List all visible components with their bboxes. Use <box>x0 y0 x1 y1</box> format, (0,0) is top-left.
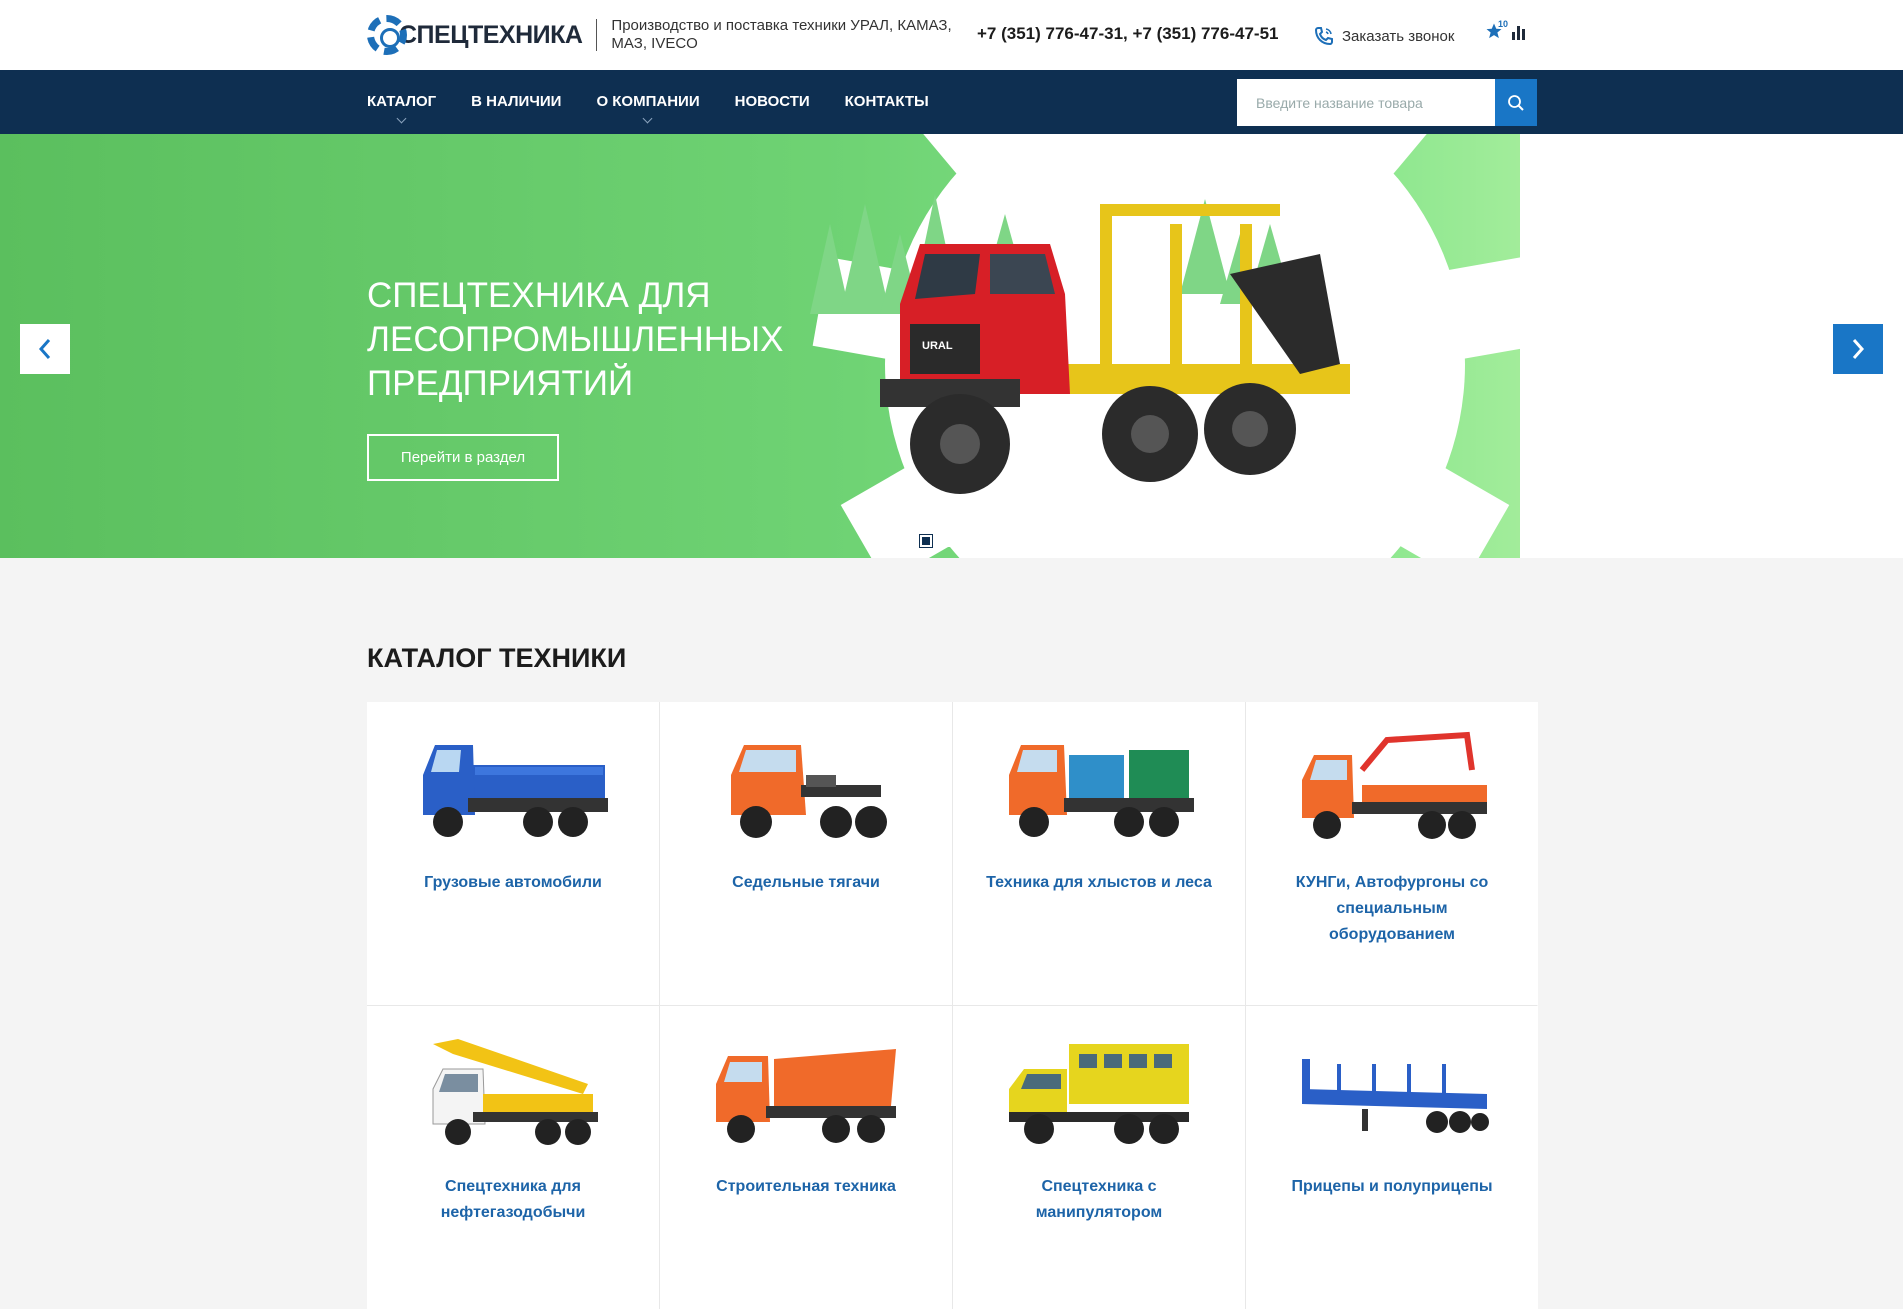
catalog-grid: Грузовые автомобили Седельные тягачи Тех… <box>367 702 1538 1309</box>
catalog-card-label: Строительная техника <box>716 1178 896 1195</box>
nav-item-news[interactable]: НОВОСТИ <box>735 70 810 134</box>
catalog-card-oilgas[interactable]: Спецтехника для нефтегазодобычи <box>367 1006 659 1309</box>
nav-item-catalog[interactable]: КАТАЛОГ <box>367 70 436 134</box>
catalog-card-label: КУНГи, Автофургоны со специальным оборуд… <box>1295 874 1489 943</box>
nav-item-about[interactable]: О КОМПАНИИ <box>596 70 700 134</box>
favorites-count: 10 <box>1498 19 1509 29</box>
catalog-card-construction[interactable]: Строительная техника <box>660 1006 952 1309</box>
slide-dot-2[interactable] <box>944 535 956 547</box>
logo[interactable]: СПЕЦТЕХНИКА Производство и поставка техн… <box>367 10 961 60</box>
crew-bus-truck-icon <box>1009 1044 1189 1144</box>
hero-title: СПЕЦТЕХНИКА ДЛЯ ЛЕСОПРОМЫШЛЕННЫХ ПРЕДПРИ… <box>367 276 784 403</box>
svg-text:URAL: URAL <box>922 340 953 352</box>
callback-label: Заказать звонок <box>1342 27 1455 45</box>
callback-link[interactable]: Заказать звонок <box>1313 25 1454 47</box>
catalog-card-tractors[interactable]: Седельные тягачи <box>660 702 952 1005</box>
catalog-card-trailers[interactable]: Прицепы и полуприцепы <box>1246 1006 1538 1309</box>
dump-truck-icon <box>716 1049 896 1143</box>
catalog-title: КАТАЛОГ ТЕХНИКИ <box>367 643 627 673</box>
mobile-crane-icon <box>432 1039 598 1145</box>
prev-slide-button[interactable] <box>20 324 70 374</box>
tractor-unit-icon <box>731 745 887 838</box>
nav-item-in-stock[interactable]: В НАЛИЧИИ <box>471 70 561 134</box>
slide-dot-3[interactable] <box>968 535 980 547</box>
search-input[interactable] <box>1237 79 1495 126</box>
catalog-card-label: Прицепы и полуприцепы <box>1291 1178 1493 1195</box>
chevron-down-icon <box>396 113 407 124</box>
catalog-card-label: Спецтехника для нефтегазодобычи <box>440 1178 586 1221</box>
search-button[interactable] <box>1495 79 1537 126</box>
phone-icon <box>1314 27 1333 46</box>
search-icon <box>1508 94 1524 111</box>
flatbed-truck-icon <box>423 745 608 837</box>
chevron-down-icon <box>642 113 653 124</box>
catalog-card-label: Спецтехника с манипулятором <box>1035 1178 1163 1221</box>
timber-truck-icon <box>1009 745 1194 837</box>
hero-cta-button[interactable]: Перейти в раздел <box>367 434 559 481</box>
compare-icon[interactable] <box>1512 26 1525 40</box>
catalog-card-manipulator[interactable]: Спецтехника с манипулятором <box>953 1006 1245 1309</box>
gear-logo-icon <box>367 15 407 55</box>
hero-truck-image: URAL <box>810 194 1350 494</box>
semitrailer-icon <box>1302 1059 1489 1133</box>
chevron-right-icon <box>1852 339 1865 359</box>
crane-manipulator-truck-icon <box>1302 731 1487 839</box>
catalog-card-label: Седельные тягачи <box>732 874 880 891</box>
next-slide-button[interactable] <box>1833 324 1883 374</box>
search-form <box>1237 79 1537 126</box>
catalog-card-trucks[interactable]: Грузовые автомобили <box>367 702 659 1005</box>
catalog-card-label: Грузовые автомобили <box>424 874 602 891</box>
logo-text: СПЕЦТЕХНИКА <box>399 20 583 49</box>
nav-item-contacts[interactable]: КОНТАКТЫ <box>845 70 929 134</box>
catalog-card-timber[interactable]: Техника для хлыстов и леса <box>953 702 1245 1005</box>
chevron-left-icon <box>38 339 51 359</box>
tagline: Производство и поставка техники УРАЛ, КА… <box>611 17 952 52</box>
catalog-card-label: Техника для хлыстов и леса <box>986 874 1212 891</box>
logo-divider <box>596 19 598 51</box>
slider-dots <box>919 534 980 548</box>
phone-numbers[interactable]: +7 (351) 776-47-31, +7 (351) 776-47-51 <box>977 24 1278 44</box>
slide-dot-1[interactable] <box>919 534 933 548</box>
hero-slider: URAL СПЕЦТЕХНИКА ДЛЯ ЛЕСОПРОМЫШЛЕННЫХ ПР… <box>0 134 1903 558</box>
catalog-card-vans[interactable]: КУНГи, Автофургоны со специальным оборуд… <box>1246 702 1538 1005</box>
site-header: СПЕЦТЕХНИКА Производство и поставка техн… <box>0 0 1903 70</box>
main-nav: КАТАЛОГ В НАЛИЧИИ О КОМПАНИИ НОВОСТИ КОН… <box>0 70 1903 134</box>
